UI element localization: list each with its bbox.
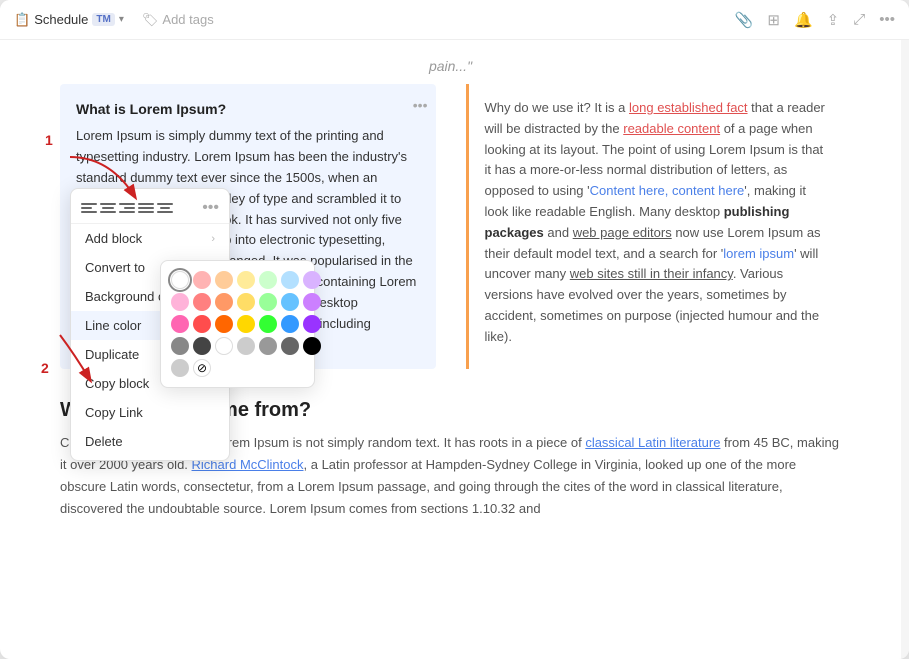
chevron-down-icon[interactable]: ▾ [119, 14, 124, 25]
link-text-3[interactable]: lorem ipsum [723, 246, 794, 261]
menu-item-duplicate-label: Duplicate [85, 347, 139, 362]
menu-item-convert-to-label: Convert to [85, 260, 145, 275]
col-right-text: Why do we use it? It is a long establish… [485, 98, 826, 348]
menu-item-add-block[interactable]: Add block › [71, 224, 229, 253]
color-dot[interactable] [193, 271, 211, 289]
color-dot[interactable] [281, 293, 299, 311]
content-area: pain..." ••• What is Lorem Ipsum? Lorem … [0, 40, 909, 659]
bell-icon[interactable]: 🔔 [794, 11, 813, 29]
color-dot[interactable] [237, 337, 255, 355]
color-dot[interactable] [237, 271, 255, 289]
align-distributed-icon[interactable] [157, 200, 173, 216]
align-icons [81, 200, 173, 216]
link-text-2[interactable]: web page editors [573, 225, 672, 240]
color-dot[interactable] [237, 315, 255, 333]
align-center-icon[interactable] [100, 200, 116, 216]
add-tags-button[interactable]: 🏷 Add tags [142, 12, 214, 28]
menu-item-copy-link-label: Copy Link [85, 405, 143, 420]
color-dot[interactable] [259, 293, 277, 311]
color-dot[interactable] [303, 337, 321, 355]
col-left-title: What is Lorem Ipsum? [76, 98, 420, 120]
tag-badge: TM [92, 13, 114, 26]
color-dot[interactable] [303, 271, 321, 289]
titlebar-right: 📎 ⊞ 🔔 ⇪ ⤢ ••• [735, 11, 895, 29]
menu-dots-icon[interactable]: ••• [202, 199, 219, 217]
context-menu-header: ••• [71, 193, 229, 224]
section-link-1[interactable]: classical Latin literature [585, 435, 720, 450]
menu-item-copy-block-label: Copy block [85, 376, 149, 391]
share-icon[interactable]: ⇪ [827, 11, 840, 29]
scrollbar[interactable] [901, 40, 909, 659]
highlighted-text: long established fact [629, 100, 748, 115]
color-grid: ⊘ [171, 271, 304, 377]
expand-icon[interactable]: ⤢ [853, 11, 865, 28]
color-dot[interactable] [171, 271, 189, 289]
add-block-arrow-icon: › [211, 233, 215, 245]
color-dot[interactable] [215, 315, 233, 333]
underline-text-1: web sites still in their infancy [570, 266, 733, 281]
highlighted-text-2: readable content [623, 121, 720, 136]
titlebar-left: 📋 Schedule TM ▾ 🏷 Add tags [14, 12, 214, 28]
color-dot[interactable] [303, 293, 321, 311]
schedule-tag[interactable]: 📋 Schedule TM ▾ [14, 12, 124, 28]
color-dot[interactable] [281, 315, 299, 333]
menu-item-line-color-label: Line color [85, 318, 141, 333]
color-palette: ⊘ [160, 260, 315, 388]
color-dot[interactable] [215, 337, 233, 355]
color-dot[interactable] [281, 271, 299, 289]
color-dot[interactable] [259, 337, 277, 355]
app-window: 📋 Schedule TM ▾ 🏷 Add tags 📎 ⊞ 🔔 ⇪ ⤢ •••… [0, 0, 909, 659]
color-dot[interactable] [171, 337, 189, 355]
page-header: pain..." [60, 40, 841, 84]
color-dot[interactable] [259, 315, 277, 333]
col-right: Why do we use it? It is a long establish… [466, 84, 842, 369]
align-left-icon[interactable] [81, 200, 97, 216]
add-tags-label: Add tags [162, 12, 213, 27]
color-dot[interactable] [193, 337, 211, 355]
tag-icon: 🏷 [142, 12, 159, 28]
color-dot[interactable] [237, 293, 255, 311]
menu-item-delete-label: Delete [85, 434, 123, 449]
color-dot[interactable] [215, 271, 233, 289]
color-dot[interactable] [215, 293, 233, 311]
attachment-icon[interactable]: 📎 [735, 11, 754, 29]
color-dot[interactable] [171, 293, 189, 311]
no-color-dot[interactable]: ⊘ [193, 359, 211, 377]
schedule-icon: 📋 [14, 12, 30, 28]
color-dot[interactable] [171, 315, 189, 333]
color-dot[interactable] [281, 337, 299, 355]
color-dot[interactable] [193, 315, 211, 333]
color-dot[interactable] [171, 359, 189, 377]
titlebar: 📋 Schedule TM ▾ 🏷 Add tags 📎 ⊞ 🔔 ⇪ ⤢ ••• [0, 0, 909, 40]
grid-icon[interactable]: ⊞ [767, 11, 780, 29]
schedule-label: Schedule [34, 12, 88, 27]
block-options-icon[interactable]: ••• [413, 94, 428, 116]
menu-item-delete[interactable]: Delete [71, 427, 229, 456]
align-justify-icon[interactable] [138, 200, 154, 216]
link-text-1[interactable]: Content here, content here [590, 183, 745, 198]
color-dot[interactable] [193, 293, 211, 311]
color-dot[interactable] [259, 271, 277, 289]
menu-item-add-block-label: Add block [85, 231, 142, 246]
color-dot[interactable] [303, 315, 321, 333]
menu-item-copy-link[interactable]: Copy Link [71, 398, 229, 427]
align-right-icon[interactable] [119, 200, 135, 216]
more-icon[interactable]: ••• [879, 11, 895, 28]
